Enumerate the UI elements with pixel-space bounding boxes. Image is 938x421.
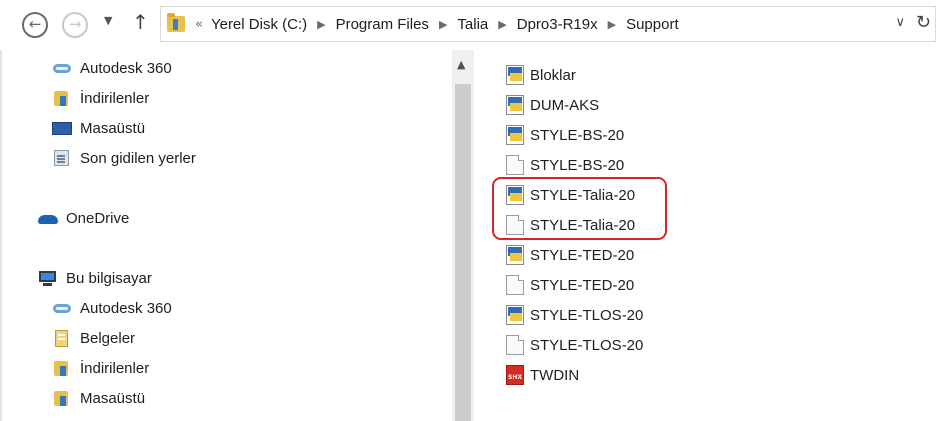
downloads-folder-icon	[52, 359, 72, 377]
file-item-style-tlos-20[interactable]: STYLE-TLOS-20	[506, 302, 643, 328]
overflow-crumbs-icon[interactable]: «	[195, 17, 203, 32]
style-file-icon	[506, 65, 524, 85]
file-name: STYLE-BS-20	[530, 126, 625, 144]
nav-item-downloads[interactable]: İndirilenler	[52, 86, 149, 110]
back-button[interactable]: ←	[22, 12, 48, 38]
scrollbar-thumb[interactable]	[455, 84, 471, 421]
breadcrumb-talia[interactable]: Talia	[457, 16, 488, 33]
breadcrumb-support[interactable]: Support	[626, 16, 679, 33]
breadcrumb: « Yerel Disk (C:) ▶ Program Files ▶ Tali…	[167, 7, 679, 41]
nav-item-desktop[interactable]: Masaüstü	[52, 386, 145, 410]
back-arrow-icon: ←	[28, 15, 42, 33]
recent-locations-dropdown[interactable]: ▼	[104, 14, 112, 27]
address-history-dropdown[interactable]: ∨	[895, 15, 905, 30]
nav-item-onedrive[interactable]: OneDrive	[38, 206, 129, 230]
documents-folder-icon	[52, 329, 72, 347]
nav-item-autodesk-360[interactable]: Autodesk 360	[52, 56, 172, 80]
nav-item-label: İndirilenler	[80, 89, 150, 107]
chevron-right-icon[interactable]: ▶	[439, 18, 447, 31]
address-bar-row: ← → ▼ ↑ « Yerel Disk (C:) ▶ Program File…	[0, 0, 938, 50]
nav-item-downloads[interactable]: İndirilenler	[52, 356, 149, 380]
file-name: STYLE-TED-20	[530, 246, 635, 264]
nav-item-label: Bu bilgisayar	[66, 269, 152, 287]
downloads-folder-icon	[52, 89, 72, 107]
file-item-style-ted-20[interactable]: STYLE-TED-20	[506, 242, 634, 268]
file-item-dum-aks[interactable]: DUM-AKS	[506, 92, 599, 118]
breadcrumb-local-disk[interactable]: Yerel Disk (C:)	[211, 16, 307, 33]
style-file-icon	[506, 305, 524, 325]
file-name: STYLE-TLOS-20	[530, 306, 644, 324]
file-name: TWDIN	[530, 366, 580, 384]
nav-item-desktop[interactable]: Masaüstü	[52, 116, 145, 140]
up-one-level-button[interactable]: ↑	[132, 10, 149, 34]
nav-item-label: Autodesk 360	[80, 299, 172, 317]
nav-item-label: Masaüstü	[80, 119, 146, 137]
navigation-pane: Autodesk 360 İndirilenler Masaüstü Son g…	[0, 50, 452, 421]
nav-item-label: Son gidilen yerler	[80, 149, 196, 167]
highlight-annotation	[492, 177, 667, 240]
file-name: STYLE-TED-20	[530, 276, 635, 294]
file-name: DUM-AKS	[530, 96, 600, 114]
file-item-style-ted-20-plain[interactable]: STYLE-TED-20	[506, 272, 634, 298]
refresh-icon[interactable]: ↻	[916, 12, 931, 33]
chevron-right-icon[interactable]: ▶	[317, 18, 325, 31]
blank-file-icon	[506, 335, 524, 355]
nav-item-label: Belgeler	[80, 329, 136, 347]
folder-icon	[167, 13, 185, 32]
forward-button[interactable]: →	[62, 12, 88, 38]
file-name: STYLE-BS-20	[530, 156, 625, 174]
file-item-style-bs-20-plain[interactable]: STYLE-BS-20	[506, 152, 624, 178]
desktop-icon	[52, 119, 72, 137]
file-item-style-bs-20[interactable]: STYLE-BS-20	[506, 122, 624, 148]
forward-arrow-icon: →	[68, 15, 82, 33]
computer-icon	[38, 269, 58, 287]
file-name: Bloklar	[530, 66, 576, 84]
breadcrumb-dpro3[interactable]: Dpro3-R19x	[517, 16, 598, 33]
blank-file-icon	[506, 155, 524, 175]
file-name: STYLE-TLOS-20	[530, 336, 644, 354]
chevron-right-icon[interactable]: ▶	[498, 18, 506, 31]
autodesk-360-icon	[52, 59, 72, 77]
file-item-twdin[interactable]: TWDIN	[506, 362, 579, 388]
recent-places-icon	[52, 149, 72, 167]
nav-item-label: Autodesk 360	[80, 59, 172, 77]
chevron-right-icon[interactable]: ▶	[608, 18, 616, 31]
file-item-style-tlos-20-plain[interactable]: STYLE-TLOS-20	[506, 332, 643, 358]
address-box[interactable]: « Yerel Disk (C:) ▶ Program Files ▶ Tali…	[160, 6, 936, 42]
nav-item-autodesk-360[interactable]: Autodesk 360	[52, 296, 172, 320]
breadcrumb-program-files[interactable]: Program Files	[336, 16, 429, 33]
nav-item-label: İndirilenler	[80, 359, 150, 377]
shx-font-file-icon	[506, 365, 524, 385]
navigation-scrollbar[interactable]: ▲	[452, 50, 474, 421]
blank-file-icon	[506, 275, 524, 295]
scroll-up-icon[interactable]: ▲	[457, 58, 465, 71]
style-file-icon	[506, 245, 524, 265]
desktop-icon	[52, 389, 72, 407]
nav-item-documents[interactable]: Belgeler	[52, 326, 135, 350]
style-file-icon	[506, 95, 524, 115]
onedrive-icon	[38, 209, 58, 227]
file-item-bloklar[interactable]: Bloklar	[506, 62, 576, 88]
nav-item-label: OneDrive	[66, 209, 130, 227]
autodesk-360-icon	[52, 299, 72, 317]
style-file-icon	[506, 125, 524, 145]
nav-item-label: Masaüstü	[80, 389, 146, 407]
nav-item-recent-places[interactable]: Son gidilen yerler	[52, 146, 196, 170]
nav-item-this-pc[interactable]: Bu bilgisayar	[38, 266, 152, 290]
